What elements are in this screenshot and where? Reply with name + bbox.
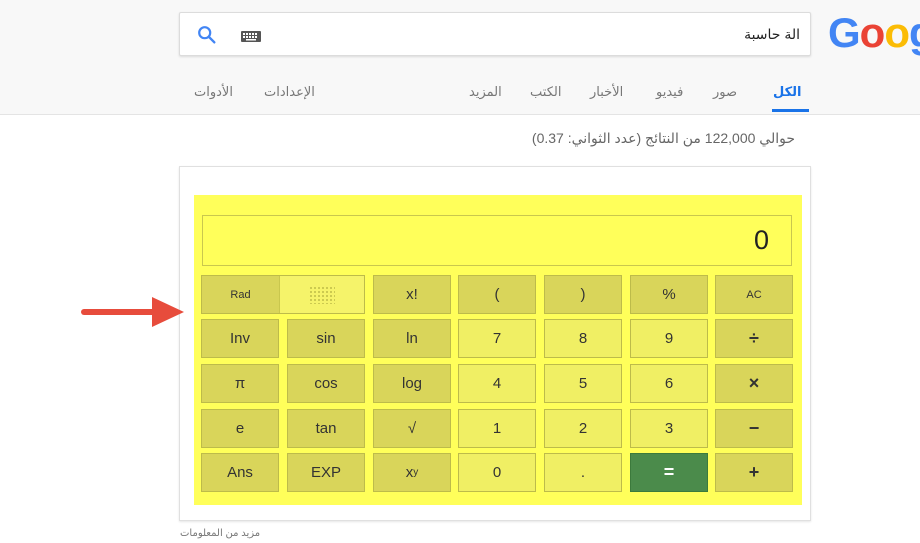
tab-settings[interactable]: الإعدادات (264, 84, 315, 100)
close-paren-button[interactable]: ) (544, 275, 622, 314)
google-logo[interactable]: Goog (828, 9, 920, 57)
cos-button[interactable]: cos (287, 364, 365, 403)
ln-button[interactable]: ln (373, 319, 451, 358)
logo-letter: o (884, 9, 910, 56)
exp-button[interactable]: EXP (287, 453, 365, 492)
red-arrow-icon (81, 297, 184, 327)
tab-videos[interactable]: فيديو (656, 84, 683, 100)
more-info-link[interactable]: مزيد من المعلومات (180, 528, 260, 539)
inverse-button[interactable]: Inv (201, 319, 279, 358)
search-icon[interactable] (196, 24, 218, 46)
tab-images[interactable]: صور (713, 84, 737, 100)
clear-button[interactable]: AC (715, 275, 793, 314)
calculator-card: 0 Rad x! ( ) % AC Inv sin ln 7 8 9 ÷ π c… (179, 166, 811, 521)
logo-letter: g (909, 9, 920, 57)
digit-0-button[interactable]: 0 (458, 453, 536, 492)
digit-7-button[interactable]: 7 (458, 319, 536, 358)
digit-3-button[interactable]: 3 (630, 409, 708, 448)
digit-9-button[interactable]: 9 (630, 319, 708, 358)
add-button[interactable]: + (715, 453, 793, 492)
logo-letter: G (828, 9, 861, 56)
multiply-button[interactable]: × (715, 364, 793, 403)
tab-more[interactable]: المزيد (469, 84, 502, 100)
decimal-button[interactable]: . (544, 453, 622, 492)
ans-button[interactable]: Ans (201, 453, 279, 492)
digit-5-button[interactable]: 5 (544, 364, 622, 403)
sqrt-button[interactable]: √ (373, 409, 451, 448)
log-button[interactable]: log (373, 364, 451, 403)
logo-letter: o (859, 9, 886, 56)
power-exponent: y (413, 467, 419, 478)
tan-button[interactable]: tan (287, 409, 365, 448)
open-paren-button[interactable]: ( (458, 275, 536, 314)
digit-8-button[interactable]: 8 (544, 319, 622, 358)
result-stats: حوالي 122,000 من النتائج (عدد الثواني: 0… (531, 130, 795, 146)
subtract-button[interactable]: − (715, 409, 793, 448)
sin-button[interactable]: sin (287, 319, 365, 358)
display-value: 0 (753, 225, 769, 255)
digit-1-button[interactable]: 1 (458, 409, 536, 448)
calculator: 0 Rad x! ( ) % AC Inv sin ln 7 8 9 ÷ π c… (194, 195, 802, 505)
calculator-display: 0 (202, 215, 792, 266)
deg-button[interactable] (280, 276, 364, 313)
digit-6-button[interactable]: 6 (630, 364, 708, 403)
euler-button[interactable]: e (201, 409, 279, 448)
search-box[interactable]: الة حاسبة (179, 12, 811, 56)
rad-button[interactable]: Rad (202, 276, 280, 313)
divide-button[interactable]: ÷ (715, 319, 793, 358)
tab-books[interactable]: الكتب (530, 84, 561, 100)
angle-mode-toggle: Rad (201, 275, 365, 314)
tab-news[interactable]: الأخبار (590, 84, 623, 100)
active-tab-indicator (772, 109, 809, 112)
keyboard-icon[interactable] (241, 31, 261, 42)
digit-4-button[interactable]: 4 (458, 364, 536, 403)
power-button[interactable]: xy (373, 453, 451, 492)
power-base: x (405, 464, 414, 481)
equals-button[interactable]: = (630, 453, 708, 492)
tab-tools[interactable]: الأدوات (194, 84, 233, 100)
pi-button[interactable]: π (201, 364, 279, 403)
deg-placeholder-icon (309, 285, 335, 304)
search-tabs: الكل صور فيديو الأخبار الكتب المزيد الإع… (0, 84, 920, 114)
percent-button[interactable]: % (630, 275, 708, 314)
tab-all[interactable]: الكل (773, 84, 802, 100)
search-query[interactable]: الة حاسبة (744, 26, 800, 43)
digit-2-button[interactable]: 2 (544, 409, 622, 448)
header: الة حاسبة Goog الكل صور فيديو الأخبار ال… (0, 0, 920, 115)
factorial-button[interactable]: x! (373, 275, 451, 314)
